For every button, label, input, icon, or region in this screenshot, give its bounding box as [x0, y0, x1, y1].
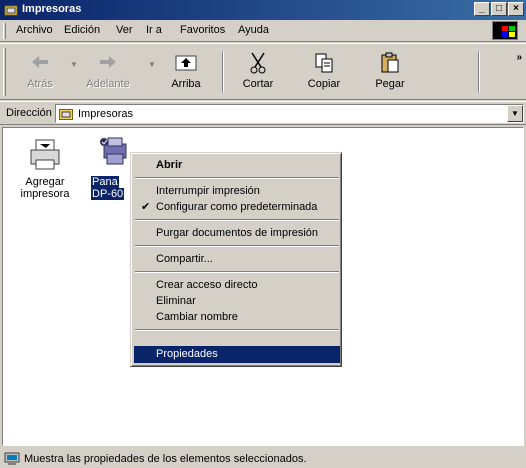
printers-folder-icon [4, 5, 18, 16]
back-dropdown-icon[interactable]: ▼ [70, 60, 78, 69]
status-text: Muestra las propiedades de los elementos… [24, 453, 307, 465]
printers-folder-icon [59, 109, 73, 120]
ctx-separator [135, 329, 339, 331]
add-printer-label: Agregar impresora [20, 176, 70, 200]
toolbar-separator [222, 52, 224, 92]
scissors-icon [250, 52, 266, 74]
address-value: Impresoras [78, 108, 134, 120]
add-printer-icon [30, 139, 60, 170]
menu-ver[interactable]: Ver [116, 24, 133, 36]
title-bar[interactable]: Impresoras _ □ × [0, 0, 526, 20]
paste-button[interactable]: Pegar [362, 48, 418, 96]
toolbar-separator-2 [478, 52, 480, 92]
copy-button[interactable]: Copiar [296, 48, 352, 96]
copy-label: Copiar [307, 78, 341, 90]
ctx-properties[interactable]: Propiedades [134, 346, 340, 363]
forward-label: Adelante [86, 78, 130, 90]
ctx-open[interactable]: Abrir [134, 157, 340, 174]
ctx-pause-printing[interactable]: Interrumpir impresión [134, 183, 340, 200]
toolbar-overflow-icon[interactable]: » [516, 52, 522, 63]
address-bar: Dirección Impresoras ▼ [0, 101, 526, 125]
address-field[interactable]: Impresoras ▼ [55, 104, 524, 123]
address-label: Dirección [6, 107, 52, 119]
up-label: Arriba [171, 78, 201, 90]
address-dropdown-button[interactable]: ▼ [507, 105, 523, 122]
paste-clipboard-icon [381, 52, 399, 73]
window-title: Impresoras [22, 3, 82, 15]
up-button[interactable]: Arriba [158, 48, 214, 96]
cut-label: Cortar [242, 78, 274, 90]
windows-logo-icon [492, 21, 518, 40]
status-bar: Muestra las propiedades de los elementos… [0, 450, 526, 468]
ctx-create-shortcut[interactable]: Crear acceso directo [134, 277, 340, 294]
ctx-rename[interactable]: Cambiar nombre [134, 309, 340, 326]
forward-arrow-icon [100, 56, 116, 68]
forward-button[interactable]: Adelante [80, 48, 136, 96]
paste-label: Pegar [375, 78, 405, 90]
back-button[interactable]: Atrás [12, 48, 68, 96]
menu-ayuda[interactable]: Ayuda [238, 24, 269, 36]
toolbar-grip[interactable] [3, 48, 6, 96]
menu-favoritos[interactable]: Favoritos [180, 24, 225, 36]
cut-button[interactable]: Cortar [230, 48, 286, 96]
context-menu: Abrir Interrumpir impresión ✔ Configurar… [130, 152, 342, 367]
menu-archivo[interactable]: Archivo [16, 24, 53, 36]
check-icon: ✔ [141, 201, 151, 213]
ctx-delete[interactable]: Eliminar [134, 293, 340, 310]
forward-dropdown-icon[interactable]: ▼ [148, 60, 156, 69]
menubar-grip[interactable] [3, 23, 6, 39]
menu-edicion[interactable]: Edición [64, 24, 100, 36]
computer-status-icon [4, 452, 20, 465]
close-button[interactable]: × [508, 2, 524, 16]
menu-bar: Archivo Edición Ver Ir a Favoritos Ayuda [0, 20, 526, 42]
up-folder-icon [175, 55, 197, 71]
standard-toolbar: Atrás ▼ Adelante ▼ Arriba Cortar Copiar … [0, 43, 526, 100]
ctx-set-default[interactable]: ✔ Configurar como predeterminada [134, 199, 340, 216]
ctx-purge-documents[interactable]: Purgar documentos de impresión [134, 225, 340, 242]
back-label: Atrás [27, 78, 53, 90]
menu-ir-a[interactable]: Ir a [146, 24, 162, 36]
ctx-separator [135, 271, 339, 273]
minimize-button[interactable]: _ [474, 2, 490, 16]
ctx-separator [135, 245, 339, 247]
back-arrow-icon [32, 56, 48, 68]
ctx-separator [135, 219, 339, 221]
ctx-separator [135, 177, 339, 179]
maximize-button[interactable]: □ [491, 2, 507, 16]
ctx-share[interactable]: Compartir... [134, 251, 340, 268]
printer-icon [100, 137, 127, 165]
copy-icon [315, 53, 333, 73]
